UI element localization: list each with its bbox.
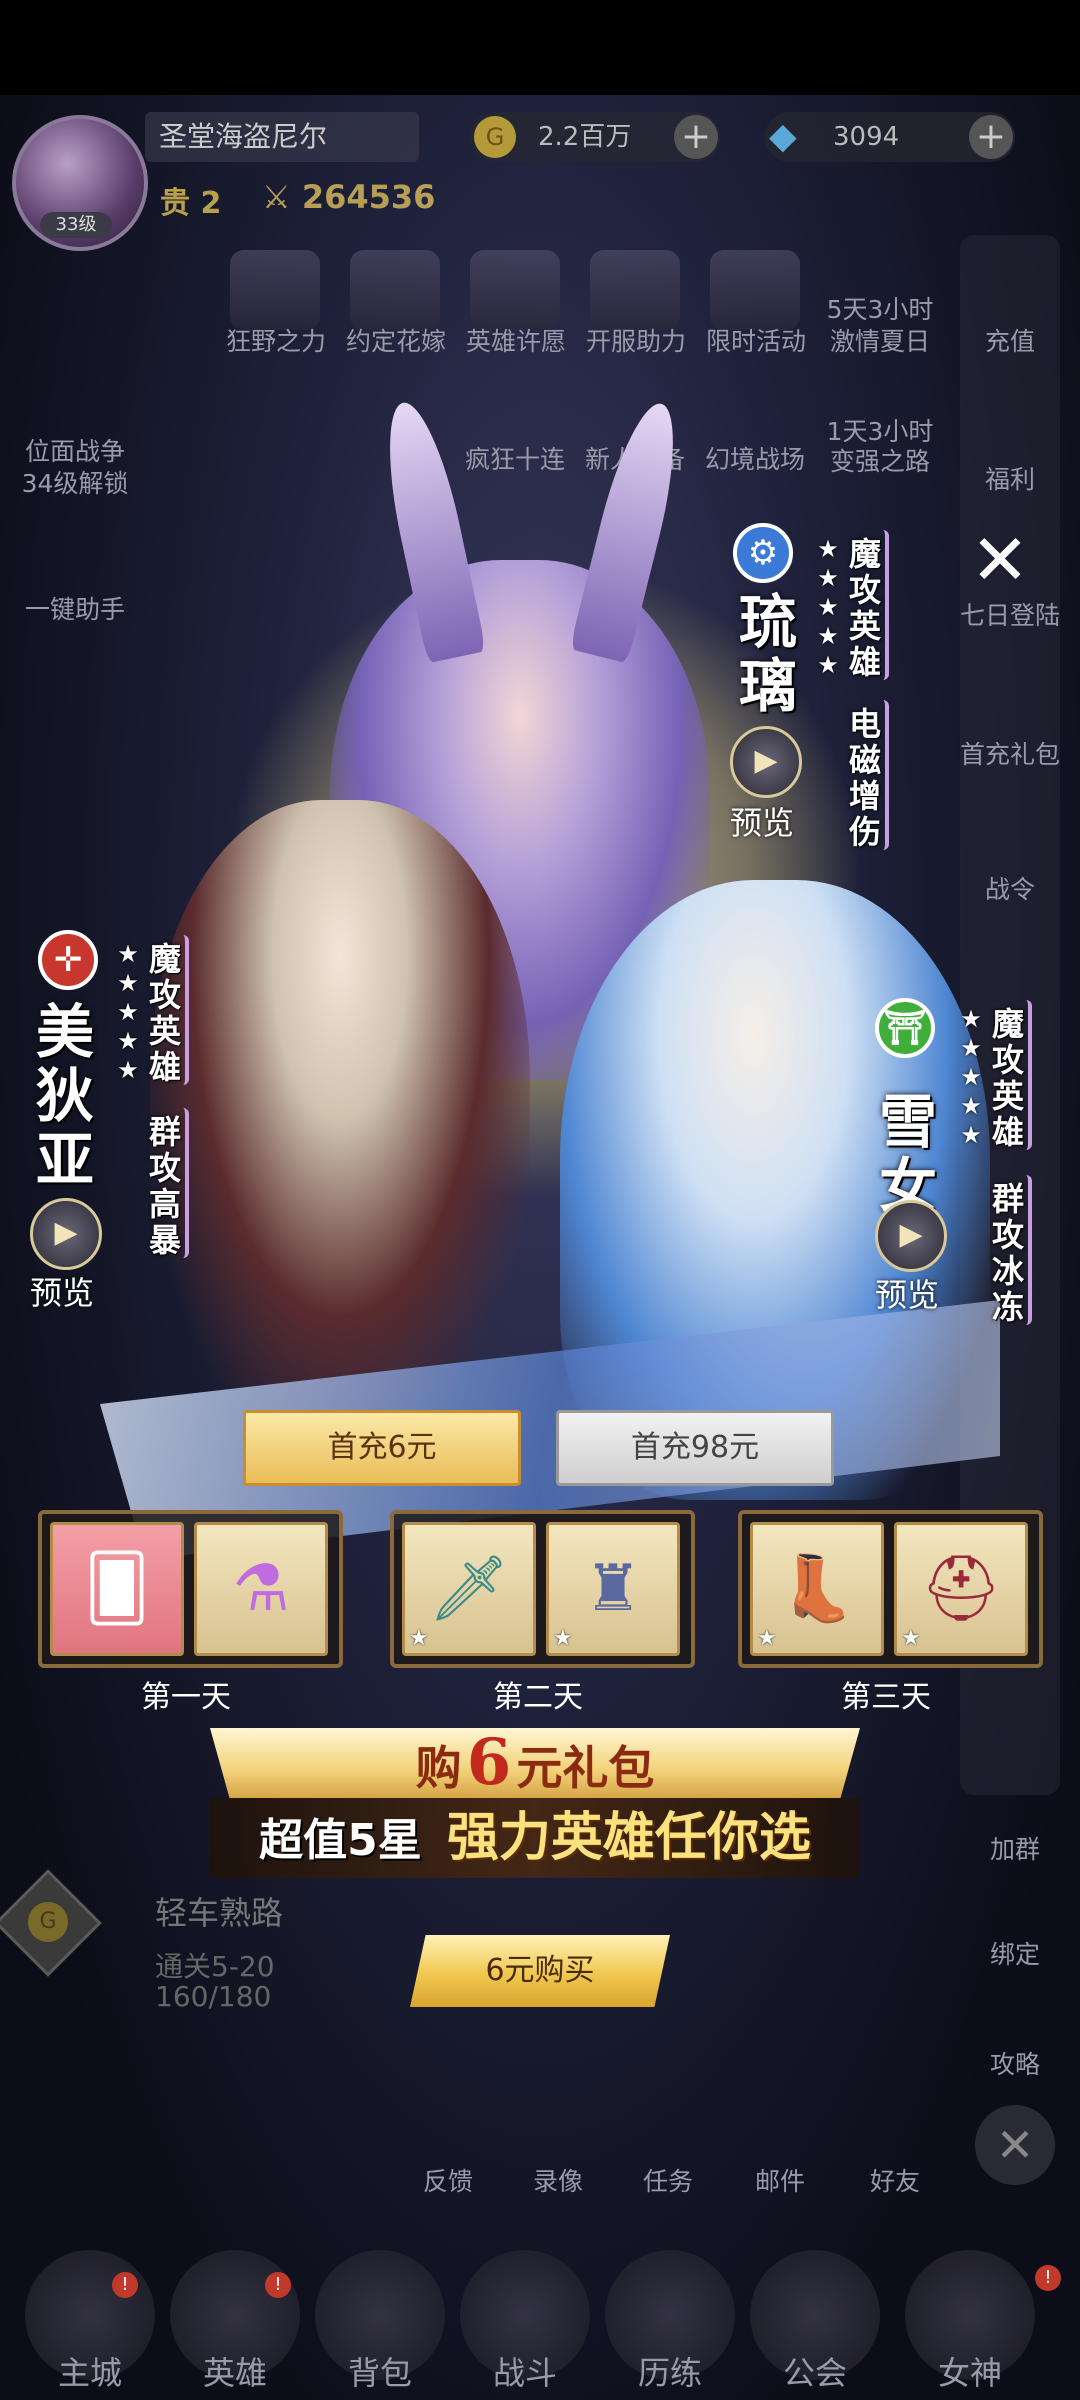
slogan-heroes: 强力英雄任你选: [446, 1808, 811, 1868]
nav-label: 背包: [347, 2354, 412, 2392]
hero-skill-tag: 群攻高暴: [145, 1108, 189, 1258]
banner-amount: 6: [466, 1725, 512, 1800]
first-charge-label: 首充礼包: [959, 740, 1060, 769]
battle-label: 位面战争: [24, 437, 125, 466]
nav-label: 历练: [637, 2354, 702, 2392]
reward-item[interactable]: 🂠: [50, 1522, 184, 1656]
nav-label: 女神: [937, 2354, 1002, 2392]
activity-icon[interactable]: [230, 250, 320, 330]
hero-name-xuenv: 雪女: [878, 1088, 937, 1220]
slogan-five-star: 超值5星: [259, 1815, 422, 1866]
nav-label: 公会: [782, 2354, 847, 2392]
gold-amount: 2.2百万: [538, 122, 632, 152]
add-gold-button[interactable]: +: [674, 115, 718, 159]
hero-class-tag: 魔攻英雄: [845, 530, 889, 680]
reward-item[interactable]: 🗡 ★: [402, 1522, 536, 1656]
banner-prefix: 购: [415, 1741, 462, 1795]
add-gem-button[interactable]: +: [969, 115, 1013, 159]
recharge-label: 充值: [984, 327, 1035, 356]
hero-cards-icon: 🂠: [84, 1552, 150, 1626]
assistant-label: 一键助手: [24, 595, 125, 624]
buy-button[interactable]: 6元购买: [410, 1935, 670, 2007]
reward-item[interactable]: ⚗: [194, 1522, 328, 1656]
coin-icon: G: [28, 1902, 68, 1942]
vip-level: 贵 2: [160, 186, 222, 221]
swords-icon: ⚔: [262, 178, 302, 216]
hero-skill-tag: 群攻冰冻: [988, 1175, 1032, 1325]
bind-label: 绑定: [989, 1940, 1040, 1969]
star-icon: ★: [553, 1626, 573, 1651]
close-icon: ✕: [970, 519, 1030, 601]
close-button[interactable]: ✕: [965, 525, 1035, 595]
reward-item[interactable]: ♜ ★: [546, 1522, 680, 1656]
welfare-label: 福利: [984, 465, 1035, 494]
battle-pass-label: 战令: [984, 875, 1035, 904]
reward-day-1: 🂠 ⚗: [38, 1510, 343, 1668]
seven-day-label: 七日登陆: [959, 601, 1060, 630]
player-name: 圣堂海盗尼尔: [145, 112, 419, 162]
nav-label: 英雄: [202, 2354, 267, 2392]
battle-unlock-label: 34级解锁: [21, 469, 129, 498]
hero-skill-tag: 电磁增伤: [845, 700, 889, 850]
summer-timer: 5天3小时: [826, 295, 934, 324]
hero-art-meidiya: [150, 800, 530, 1420]
gem-counter: ◆ 3094 +: [765, 112, 1015, 162]
join-group-label: 加群: [989, 1835, 1040, 1864]
notification-dot: !: [265, 2272, 291, 2298]
player-level: 33级: [40, 212, 112, 238]
quest-progress: 160/180: [155, 1980, 272, 2013]
hero-name-liuli: 琉璃: [738, 588, 797, 720]
activity-icon[interactable]: [590, 250, 680, 330]
star-icon: ★: [409, 1626, 429, 1651]
day-label: 第二天: [493, 1680, 583, 1715]
activity-icon[interactable]: [710, 250, 800, 330]
reward-day-2: 🗡 ★ ♜ ★: [390, 1510, 695, 1668]
activity-icon[interactable]: [470, 250, 560, 330]
reward-day-3: 👢 ★ ⛑ ★: [738, 1510, 1043, 1668]
coin-icon: G: [474, 116, 516, 158]
gem-amount: 3094: [833, 122, 900, 152]
preview-button[interactable]: 预览: [730, 798, 794, 844]
gate-icon: ⛩: [875, 998, 935, 1058]
video-play-icon[interactable]: ▶: [730, 726, 802, 798]
hero-stars: ★ ★ ★ ★ ★: [960, 1005, 982, 1149]
hero-class-tag: 魔攻英雄: [988, 1000, 1032, 1150]
hero-stars: ★ ★ ★ ★ ★: [817, 535, 839, 679]
day-label: 第三天: [841, 1680, 931, 1715]
combat-power-value: 264536: [301, 178, 436, 216]
star-icon: ★: [901, 1626, 921, 1651]
hero-class-tag: 魔攻英雄: [145, 935, 189, 1085]
gear-icon: ⚙: [733, 523, 793, 583]
star-icon: ★: [757, 1626, 777, 1651]
reward-item[interactable]: ⛑ ★: [894, 1522, 1028, 1656]
tab-first-charge-6[interactable]: 首充6元: [243, 1410, 521, 1486]
preview-button[interactable]: 预览: [875, 1270, 939, 1316]
nav-label: 战斗: [492, 2354, 557, 2392]
offer-banner: 购 6 元礼包: [210, 1728, 860, 1798]
gold-counter: G 2.2百万 +: [470, 112, 720, 162]
video-play-icon[interactable]: ▶: [875, 1200, 947, 1272]
hero-name-meidiya: 美狄亚: [35, 998, 94, 1194]
hero-stars: ★ ★ ★ ★ ★: [117, 940, 139, 1084]
reward-item[interactable]: 👢 ★: [750, 1522, 884, 1656]
quest-title: 轻车熟路: [155, 1894, 284, 1932]
collapse-menu-icon[interactable]: ✕: [975, 2105, 1055, 2185]
tab-first-charge-98[interactable]: 首充98元: [556, 1410, 834, 1486]
offer-slogan: 超值5星 强力英雄任你选: [210, 1798, 860, 1878]
day-label: 第一天: [141, 1680, 231, 1715]
friends-label: 好友: [869, 2167, 920, 2196]
notification-dot: !: [1035, 2265, 1061, 2291]
notification-dot: !: [112, 2272, 138, 2298]
banner-suffix: 元礼包: [516, 1741, 655, 1795]
activity-icon[interactable]: [350, 250, 440, 330]
sun-icon: ✛: [38, 930, 98, 990]
quest-stage: 通关5-20: [155, 1950, 275, 1983]
guide-label: 攻略: [989, 2050, 1040, 2079]
nav-label: 主城: [57, 2354, 122, 2392]
video-play-icon[interactable]: ▶: [30, 1198, 102, 1270]
preview-button[interactable]: 预览: [30, 1268, 94, 1314]
combat-power: ⚔ 264536: [262, 178, 435, 216]
potion-gold-icon: ⚗: [232, 1552, 290, 1626]
diamond-icon: ◆: [769, 116, 797, 157]
